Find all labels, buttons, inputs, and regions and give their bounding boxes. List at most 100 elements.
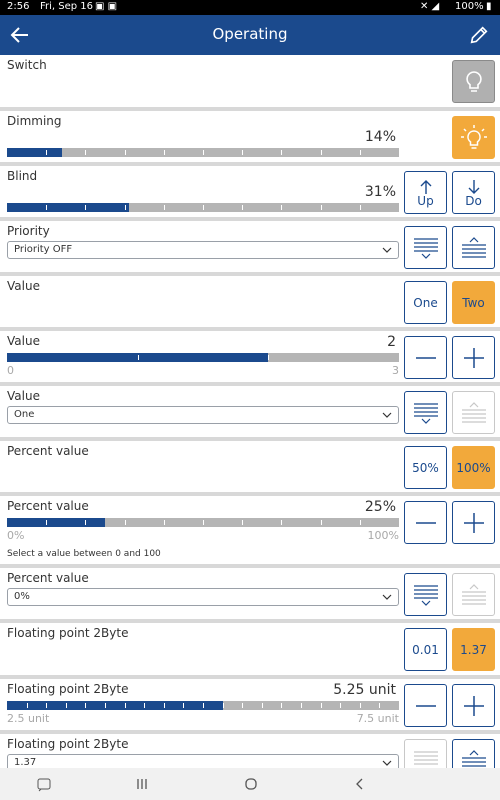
float-001-button[interactable]: 0.01 — [404, 628, 447, 671]
slider-tick — [261, 703, 263, 708]
list-chevron-down-icon — [413, 750, 438, 765]
value-select[interactable]: One — [7, 406, 399, 424]
dimming-row: Dimming 14% — [0, 111, 500, 166]
slider-tick — [320, 205, 322, 210]
float-slider-row: Floating point 2Byte 5.25 unit 2.5 unit … — [0, 679, 500, 734]
priority-select[interactable]: Priority OFF — [7, 241, 399, 259]
percent-slider-row: Percent value 25% 0% 100% Select a value… — [0, 496, 500, 568]
percent-select-row: Percent value 0% — [0, 568, 500, 623]
percent-slider-max: 100% — [367, 529, 399, 542]
switch-toggle-button[interactable] — [452, 60, 495, 103]
recent-apps-icon[interactable] — [134, 776, 150, 792]
priority-list-down-button[interactable] — [404, 226, 447, 269]
percent-slider-min: 0% — [7, 529, 25, 542]
value-list-down-button[interactable] — [404, 391, 447, 434]
chevron-down-icon — [382, 760, 392, 766]
slider-tick — [281, 520, 283, 525]
home-icon[interactable] — [243, 776, 259, 792]
value-slider-value: 2 — [387, 334, 396, 350]
slider-tick — [65, 703, 67, 708]
percent-list-up-button[interactable] — [452, 573, 495, 616]
percent-buttons-label: Percent value — [7, 444, 89, 458]
percent-select-value: 0% — [14, 591, 30, 602]
value-one-button[interactable]: One — [404, 281, 447, 324]
dimming-value: 14% — [364, 129, 396, 145]
value-two-button[interactable]: Two — [452, 281, 495, 324]
dimming-slider[interactable] — [7, 148, 399, 157]
bulb-on-icon — [460, 124, 487, 149]
back-icon[interactable] — [352, 776, 368, 792]
slider-tick — [203, 520, 204, 525]
slider-tick — [359, 703, 361, 708]
float-select-label: Floating point 2Byte — [7, 737, 129, 751]
blind-slider[interactable] — [7, 203, 399, 212]
plus-icon — [463, 512, 484, 533]
float-slider-max: 7.5 unit — [356, 712, 399, 725]
signal-icon: ✕ ◢ — [420, 1, 440, 12]
priority-label: Priority — [7, 224, 50, 238]
slider-tick — [85, 703, 87, 708]
minus-icon — [415, 356, 436, 359]
slider-tick — [46, 150, 48, 155]
list-chevron-down-icon — [413, 584, 438, 606]
blind-down-button[interactable]: Do — [452, 171, 495, 214]
edit-pencil-icon[interactable] — [468, 24, 490, 46]
float-slider[interactable] — [7, 701, 399, 710]
float-slider-label: Floating point 2Byte — [7, 682, 129, 696]
slider-tick — [124, 703, 126, 708]
float-decrement-button[interactable] — [404, 684, 447, 727]
blind-up-button[interactable]: Up — [404, 171, 447, 214]
slider-tick — [359, 520, 361, 525]
switch-row: Switch — [0, 55, 500, 111]
slider-tick — [124, 150, 126, 155]
percent-slider-hint: Select a value between 0 and 100 — [7, 549, 161, 559]
percent-100-label: 100% — [456, 460, 491, 475]
float-increment-button[interactable] — [452, 684, 495, 727]
arrow-down-icon — [468, 179, 479, 194]
blind-down-label: Do — [465, 193, 482, 208]
slider-tick — [203, 150, 204, 155]
dimming-bulb-button[interactable] — [452, 116, 495, 159]
arrow-up-icon — [420, 179, 431, 194]
slider-tick — [301, 703, 302, 708]
float-slider-fill — [7, 701, 223, 710]
plus-icon — [463, 347, 484, 368]
slider-tick — [85, 205, 87, 210]
dimming-slider-fill — [7, 148, 62, 157]
slider-tick — [222, 703, 224, 708]
chevron-down-icon — [382, 247, 392, 253]
value-list-up-button[interactable] — [452, 391, 495, 434]
value-increment-button[interactable] — [452, 336, 495, 379]
slider-tick — [144, 703, 146, 708]
float-137-button[interactable]: 1.37 — [452, 628, 495, 671]
float-select-value: 1.37 — [14, 757, 37, 768]
slider-tick — [379, 703, 381, 708]
slider-tick — [281, 205, 283, 210]
battery-icon: ▮ — [486, 1, 492, 12]
value-decrement-button[interactable] — [404, 336, 447, 379]
percent-slider[interactable] — [7, 518, 399, 527]
float-select[interactable]: 1.37 — [7, 754, 399, 768]
percent-decrement-button[interactable] — [404, 501, 447, 544]
keyboard-switch-icon[interactable] — [36, 776, 52, 792]
value-slider[interactable] — [7, 353, 399, 362]
percent-50-label: 50% — [412, 460, 439, 475]
percent-select[interactable]: 0% — [7, 588, 399, 606]
bulb-icon — [465, 70, 482, 92]
value-select-row: Value One — [0, 386, 500, 441]
minus-icon — [415, 521, 436, 524]
percent-100-button[interactable]: 100% — [452, 446, 495, 489]
float-list-down-button[interactable] — [404, 739, 447, 768]
system-nav-bar — [0, 768, 500, 800]
slider-tick — [281, 703, 283, 708]
percent-50-button[interactable]: 50% — [404, 446, 447, 489]
float-list-up-button[interactable] — [452, 739, 495, 768]
value-select-label: Value — [7, 389, 40, 403]
status-bar: 2:56 Fri, Sep 16 ▣ ▣ ✕ ◢ 100% ▮ — [0, 0, 500, 15]
percent-list-down-button[interactable] — [404, 573, 447, 616]
blind-row: Blind 31% Up Do — [0, 166, 500, 221]
float-slider-value: 5.25 unit — [333, 682, 396, 698]
priority-list-up-button[interactable] — [452, 226, 495, 269]
percent-increment-button[interactable] — [452, 501, 495, 544]
slider-tick — [203, 703, 204, 708]
